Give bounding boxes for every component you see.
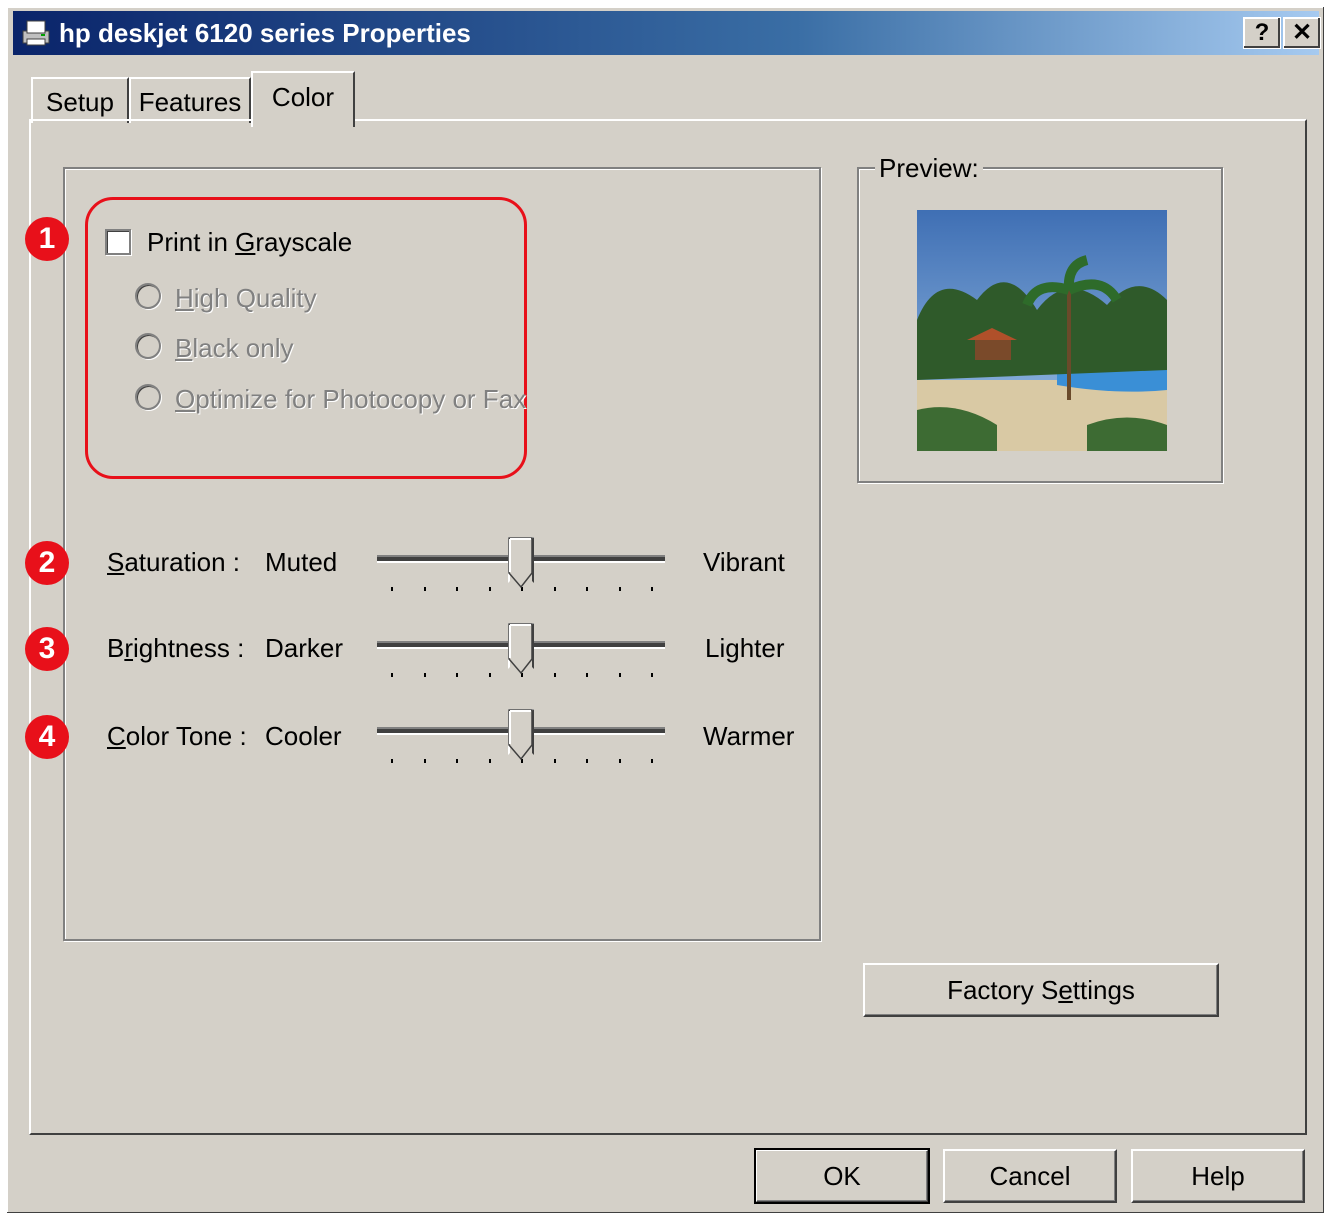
slider-thumb[interactable] [508,709,534,761]
radio-high-quality[interactable] [135,283,161,309]
slider-thumb-shape [508,537,533,589]
grayscale-label-pre: Print in [147,227,236,257]
tab-color[interactable]: Color [251,71,355,127]
saturation-low-label: Muted [265,547,338,577]
saturation-slider[interactable] [377,537,667,597]
radio-optimize-photocopy[interactable] [135,384,161,410]
brightness-high-label: Lighter [705,633,785,663]
callout-marker-1: 1 [25,217,69,261]
slider-tick [488,759,491,763]
slider-tick [423,673,426,677]
slider-tick [488,587,491,591]
color-tone-rest: olor Tone : [125,721,247,751]
callout-marker-2: 2 [25,541,69,585]
slider-tick [618,759,621,763]
close-button[interactable]: ✕ [1283,17,1321,49]
window-title: hp deskjet 6120 series Properties [59,18,471,48]
slider-tick [391,759,393,763]
black-only-rest: lack only [192,333,294,363]
grayscale-label-accel: G [235,227,256,257]
slider-thumb[interactable] [508,537,534,589]
saturation-accel: S [107,547,125,577]
preview-label: Preview: [875,153,983,183]
slider-tick [618,587,621,591]
optimize-rest: ptimize for Photocopy or Fax [195,384,527,414]
callout-marker-3: 3 [25,627,69,671]
factory-pre: Factory S [947,975,1059,1005]
slider-tick [586,759,588,763]
color-tone-low-label: Cooler [265,721,342,751]
black-only-label: Black only [175,333,294,363]
factory-accel: e [1058,975,1073,1005]
color-tone-slider[interactable] [377,709,667,769]
color-tone-label: Color Tone : [107,721,247,751]
slider-thumb-shape [508,709,533,761]
properties-dialog: hp deskjet 6120 series Properties ? ✕ Se… [6,6,1325,1214]
color-tone-accel: C [107,721,126,751]
saturation-high-label: Vibrant [703,547,785,577]
high-quality-rest: igh Quality [193,283,317,313]
radio-black-only[interactable] [135,333,161,359]
preview-image-icon [917,210,1167,451]
slider-tick [456,673,458,677]
brightness-low-label: Darker [265,633,344,663]
brightness-label: Brightness : [107,633,244,663]
brightness-pre: B [107,633,125,663]
high-quality-accel: H [175,283,194,313]
slider-tick [423,759,426,763]
factory-post: ttings [1072,975,1135,1005]
callout-marker-4: 4 [25,715,69,759]
slider-tick [586,587,588,591]
slider-tick [391,587,393,591]
grayscale-label[interactable]: Print in Grayscale [147,227,352,257]
slider-thumb[interactable] [508,623,534,675]
slider-tick [618,673,621,677]
black-only-accel: B [175,333,193,363]
saturation-rest: aturation : [124,547,240,577]
slider-tick [553,587,556,591]
optimize-accel: O [175,384,196,414]
ok-button[interactable]: OK [754,1148,930,1204]
slider-tick [488,673,491,677]
slider-tick [553,759,556,763]
slider-tick [456,759,458,763]
printer-icon [22,20,50,46]
slider-tick [456,587,458,591]
tab-setup[interactable]: Setup [31,77,129,123]
title-bar[interactable]: hp deskjet 6120 series Properties ? ✕ [13,11,1321,55]
slider-tick [423,587,426,591]
slider-tick [651,673,653,677]
help-button[interactable]: Help [1131,1149,1305,1203]
slider-tick [651,587,653,591]
slider-tick [586,673,588,677]
slider-thumb-shape [508,623,533,675]
saturation-label: Saturation : [107,547,240,577]
slider-tick [553,673,556,677]
brightness-slider[interactable] [377,623,667,683]
slider-tick [651,759,653,763]
brightness-rest: ightness : [133,633,245,663]
high-quality-label: High Quality [175,283,317,313]
cancel-button[interactable]: Cancel [943,1149,1117,1203]
brightness-accel: r [124,633,134,663]
grayscale-label-post: rayscale [255,227,353,257]
grayscale-checkbox[interactable] [105,229,131,255]
color-tone-high-label: Warmer [703,721,795,751]
slider-tick [391,673,393,677]
optimize-photocopy-label: Optimize for Photocopy or Fax [175,384,526,414]
tab-features[interactable]: Features [129,77,251,123]
help-title-button[interactable]: ? [1243,17,1281,49]
factory-settings-button[interactable]: Factory Settings [863,963,1219,1017]
